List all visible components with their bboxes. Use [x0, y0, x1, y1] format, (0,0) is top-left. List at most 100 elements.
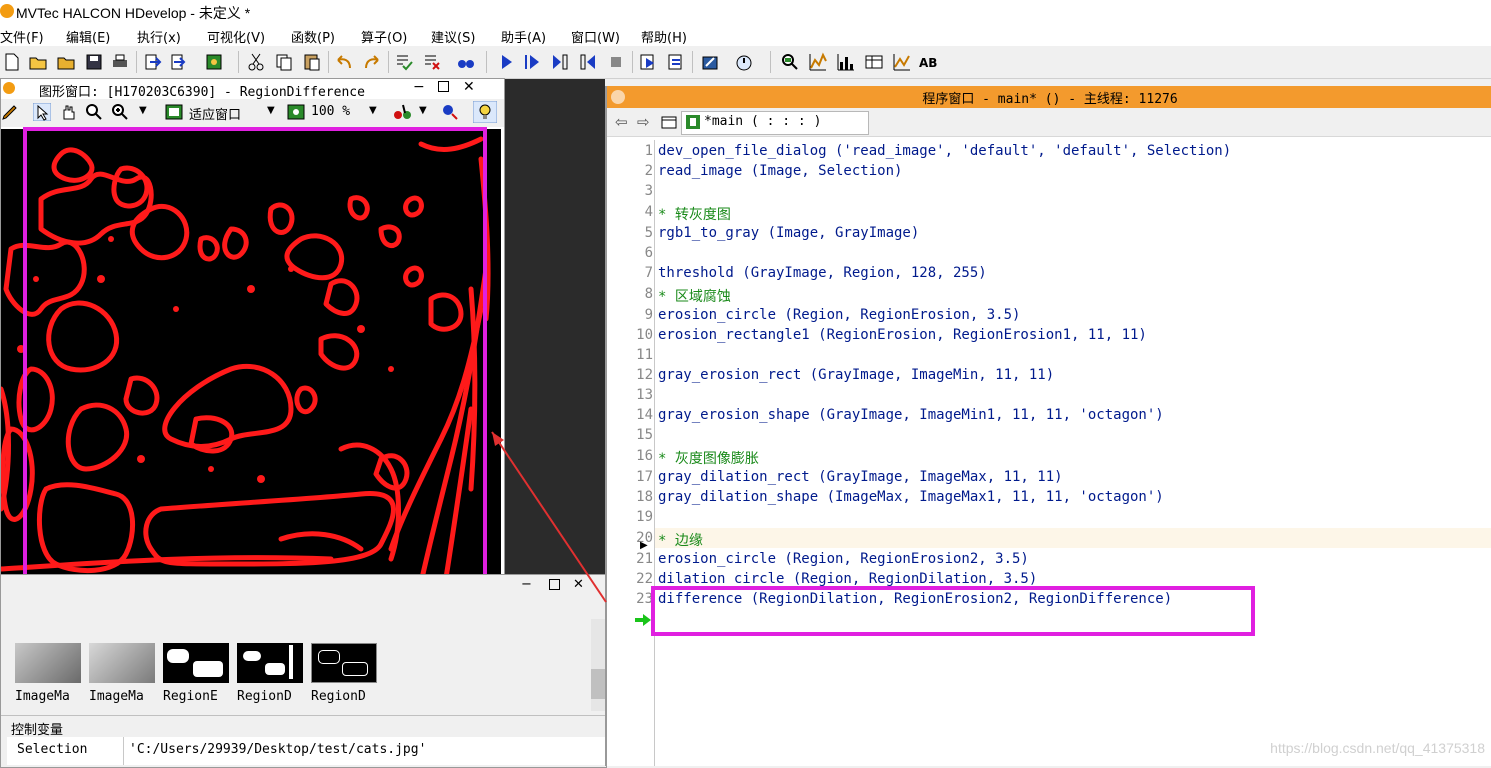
activate-icon[interactable]: [394, 52, 414, 72]
menu-file[interactable]: 文件(F): [0, 27, 44, 46]
code-line[interactable]: read_image (Image, Selection): [658, 163, 902, 179]
reset-program-icon[interactable]: [638, 52, 658, 72]
new-file-icon[interactable]: [2, 52, 22, 72]
zoom-level-icon[interactable]: [287, 103, 305, 121]
magnifier-icon[interactable]: [85, 103, 103, 121]
save-icon[interactable]: [84, 52, 104, 72]
menu-window[interactable]: 窗口(W): [571, 27, 620, 46]
paste-icon[interactable]: [302, 52, 322, 72]
iconic-variable-item[interactable]: RegionD: [311, 643, 377, 707]
maximize-button[interactable]: [438, 81, 449, 92]
code-line[interactable]: dev_open_file_dialog ('read_image', 'def…: [658, 143, 1231, 159]
procedure-selector[interactable]: *main ( : : : ): [681, 111, 869, 135]
profiler-icon[interactable]: [700, 52, 720, 72]
control-variable-name[interactable]: Selection: [17, 742, 87, 757]
pointer-icon[interactable]: [33, 103, 51, 121]
back-arrow-icon[interactable]: ⇦: [615, 113, 628, 131]
timer-icon[interactable]: [734, 52, 754, 72]
code-comment[interactable]: * 边缘: [658, 530, 703, 550]
procedure-icon[interactable]: [661, 115, 677, 129]
print-icon[interactable]: [110, 52, 130, 72]
fit-window-label[interactable]: 适应窗口: [189, 104, 241, 123]
code-line[interactable]: erosion_circle (Region, RegionErosion2, …: [658, 551, 1029, 567]
gray-histogram-icon[interactable]: [808, 52, 828, 72]
title-bar: MVTec HALCON HDevelop - 未定义 *: [0, 0, 1491, 24]
code-editor[interactable]: 1 dev_open_file_dialog ('read_image', 'd…: [607, 140, 1491, 766]
control-variables-header: 控制变量: [11, 723, 64, 738]
iconic-variable-item[interactable]: ImageMa: [15, 643, 81, 707]
zoom-window-icon[interactable]: [780, 52, 800, 72]
code-line[interactable]: erosion_rectangle1 (RegionErosion, Regio…: [658, 327, 1147, 343]
code-comment[interactable]: * 灰度图像膨胀: [658, 448, 759, 468]
region-thumbnail: [237, 643, 303, 683]
menu-help[interactable]: 帮助(H): [641, 27, 687, 46]
iconic-variable-item[interactable]: ImageMa: [89, 643, 155, 707]
step-over-icon[interactable]: [522, 52, 542, 72]
copy-icon[interactable]: [274, 52, 294, 72]
iconic-variable-item[interactable]: RegionD: [237, 643, 303, 707]
annotation-highlight-box: [23, 127, 487, 593]
menu-operators[interactable]: 算子(O): [361, 27, 407, 46]
zoom-level-label[interactable]: 100 %: [311, 104, 350, 119]
code-line[interactable]: gray_dilation_rect (GrayImage, ImageMax,…: [658, 469, 1063, 485]
code-comment[interactable]: * 区域腐蚀: [658, 286, 731, 306]
menu-execute[interactable]: 执行(x): [137, 27, 181, 46]
color-palette-icon[interactable]: [393, 103, 413, 121]
iconic-variable-item[interactable]: RegionE: [163, 643, 229, 707]
program-window-titlebar[interactable]: 程序窗口 - main* () - 主线程: 11276: [607, 86, 1491, 108]
code-line[interactable]: erosion_circle (Region, RegionErosion, 3…: [658, 307, 1020, 323]
graphics-window[interactable]: 图形窗口: [H170203C6390] - RegionDifference …: [0, 78, 505, 646]
feature-inspection-icon[interactable]: [864, 52, 884, 72]
scrollbar-thumb[interactable]: [591, 669, 605, 699]
menu-assistants[interactable]: 助手(A): [501, 27, 546, 46]
line-profile-icon[interactable]: [892, 52, 912, 72]
menu-visualize[interactable]: 可视化(V): [207, 27, 265, 46]
code-line[interactable]: gray_erosion_rect (GrayImage, ImageMin, …: [658, 367, 1054, 383]
zoom-in-icon[interactable]: [111, 103, 129, 121]
step-out-icon[interactable]: [578, 52, 598, 72]
redo-icon[interactable]: [362, 52, 382, 72]
code-comment[interactable]: * 转灰度图: [658, 204, 731, 224]
edit-icon[interactable]: [1, 103, 19, 121]
scrollbar[interactable]: [591, 619, 605, 711]
find-icon[interactable]: [456, 52, 476, 72]
step-into-icon[interactable]: [550, 52, 570, 72]
fit-window-icon[interactable]: [165, 103, 183, 121]
menu-functions[interactable]: 函数(P): [291, 27, 335, 46]
chevron-down-icon[interactable]: ▼: [139, 105, 147, 116]
undo-icon[interactable]: [334, 52, 354, 72]
menu-edit[interactable]: 编辑(E): [66, 27, 110, 46]
close-button[interactable]: ✕: [463, 79, 475, 95]
open-folder-icon[interactable]: [56, 52, 76, 72]
code-line[interactable]: rgb1_to_gray (Image, GrayImage): [658, 225, 919, 241]
code-line[interactable]: dilation_circle (Region, RegionDilation,…: [658, 571, 1037, 587]
export-icon[interactable]: [168, 52, 188, 72]
hand-icon[interactable]: [59, 103, 77, 121]
import-icon[interactable]: [142, 52, 162, 72]
reset-procedure-icon[interactable]: [666, 52, 686, 72]
ocr-assistant-icon[interactable]: AB: [918, 52, 938, 72]
code-line[interactable]: gray_erosion_shape (GrayImage, ImageMin1…: [658, 407, 1164, 423]
insertion-cursor-icon: ▶: [640, 540, 648, 551]
open-file-icon[interactable]: [28, 52, 48, 72]
inspect-region-icon[interactable]: [441, 103, 459, 121]
lightbulb-icon[interactable]: [473, 101, 497, 123]
menu-suggestions[interactable]: 建议(S): [431, 27, 475, 46]
deactivate-icon[interactable]: [422, 52, 442, 72]
chevron-down-icon[interactable]: ▼: [419, 105, 427, 116]
chevron-down-icon[interactable]: ▼: [267, 105, 275, 116]
graphics-window-titlebar[interactable]: 图形窗口: [H170203C6390] - RegionDifference …: [1, 79, 504, 100]
run-icon[interactable]: [496, 52, 516, 72]
cut-icon[interactable]: [246, 52, 266, 72]
minimize-button[interactable]: −: [413, 79, 425, 95]
stop-icon[interactable]: [606, 52, 626, 72]
code-line[interactable]: threshold (GrayImage, Region, 128, 255): [658, 265, 987, 281]
code-line[interactable]: gray_dilation_shape (ImageMax, ImageMax1…: [658, 489, 1164, 505]
feature-histogram-icon[interactable]: [836, 52, 856, 72]
chevron-down-icon[interactable]: ▼: [369, 105, 377, 116]
watermark: https://blog.csdn.net/qq_41375318: [1270, 740, 1485, 756]
control-variable-value[interactable]: 'C:/Users/29939/Desktop/test/cats.jpg': [129, 742, 426, 757]
toolbar-separator: [136, 51, 137, 73]
forward-arrow-icon[interactable]: ⇨: [637, 113, 650, 131]
image-window-icon[interactable]: [204, 52, 224, 72]
